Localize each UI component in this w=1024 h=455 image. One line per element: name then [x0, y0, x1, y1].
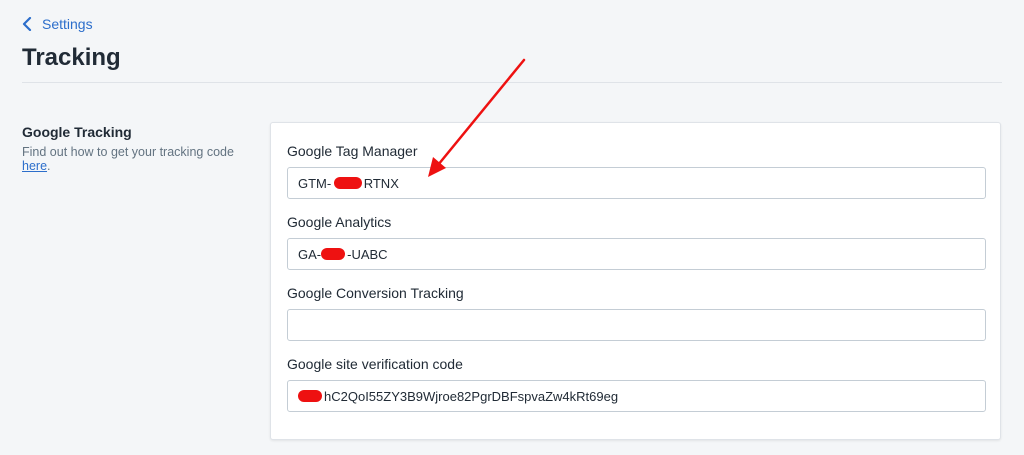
section-title: Google Tracking [22, 124, 132, 140]
gtm-field-group: Google Tag Manager [287, 143, 986, 199]
ga-field-group: Google Analytics [287, 214, 986, 270]
gtm-label: Google Tag Manager [287, 143, 418, 159]
section-description-text: Find out how to get your tracking code [22, 145, 234, 159]
conversion-input[interactable] [287, 309, 986, 341]
section-description: Find out how to get your tracking code h… [22, 145, 262, 173]
redaction-mark [298, 390, 322, 402]
tracking-help-link[interactable]: here [22, 159, 47, 173]
gtm-input[interactable] [287, 167, 986, 199]
redaction-mark [334, 177, 362, 189]
conversion-label: Google Conversion Tracking [287, 285, 464, 301]
ga-label: Google Analytics [287, 214, 392, 230]
conversion-field-group: Google Conversion Tracking [287, 285, 986, 341]
ga-input[interactable] [287, 238, 986, 270]
tracking-settings-card: Google Tag Manager Google Analytics Goog… [270, 122, 1001, 440]
page-title: Tracking [22, 44, 121, 71]
back-to-settings-link[interactable]: Settings [22, 16, 93, 32]
verification-label: Google site verification code [287, 356, 463, 372]
header-divider [22, 82, 1002, 83]
back-link-label: Settings [42, 16, 93, 32]
verification-field-group: Google site verification code [287, 356, 986, 412]
section-description-end: . [47, 159, 51, 173]
redaction-mark [321, 248, 345, 260]
chevron-left-icon [22, 17, 32, 31]
verification-input[interactable] [287, 380, 986, 412]
section-info: Google Tracking Find out how to get your… [22, 124, 262, 173]
